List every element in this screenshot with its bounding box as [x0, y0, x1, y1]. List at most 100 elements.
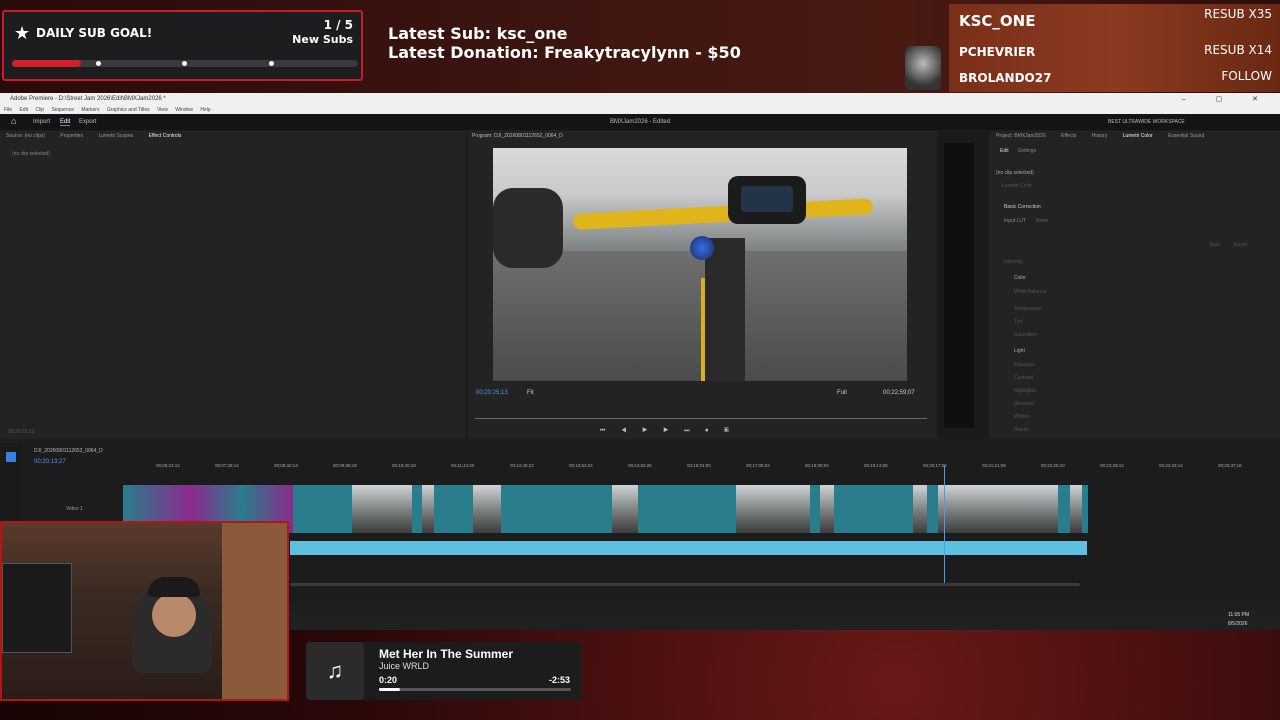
- playhead[interactable]: [944, 465, 945, 583]
- menu-edit[interactable]: Edit: [19, 107, 28, 113]
- trophy-icon: [905, 46, 941, 90]
- reset-button[interactable]: Reset: [1234, 242, 1247, 248]
- scrub-bar[interactable]: [475, 418, 927, 419]
- program-timecode-in[interactable]: 00;20;25;13: [476, 390, 508, 396]
- sequence-tab[interactable]: DJI_20260801112652_0064_D: [34, 448, 103, 454]
- home-icon[interactable]: ⌂: [11, 117, 16, 126]
- intensity-label: Intensity: [1004, 259, 1023, 265]
- lumetri-tab-edit[interactable]: Edit: [1000, 148, 1009, 154]
- tab-lumetri-color[interactable]: Lumetri Color: [1123, 133, 1153, 139]
- taskbar-date[interactable]: 8/5/2026: [1228, 621, 1247, 627]
- ruler-tick-label: 00;14;56;26: [628, 463, 652, 468]
- milestone-dot: [182, 61, 187, 66]
- sub-goal-title: DAILY SUB GOAL!: [36, 26, 153, 40]
- bike-stem: [705, 238, 745, 381]
- clip-thumbnail: [473, 485, 501, 533]
- tab-edit[interactable]: Edit: [60, 119, 71, 126]
- tab-effect-controls[interactable]: Effect Controls: [149, 133, 182, 139]
- latest-sub: Latest Sub: ksc_one: [388, 24, 568, 43]
- song-title: Met Her In The Summer: [379, 647, 514, 661]
- slider-blacks[interactable]: Blacks: [1014, 427, 1029, 433]
- tab-lumetri-scopes[interactable]: Lumetri Scopes: [98, 133, 133, 139]
- tab-properties[interactable]: Properties: [60, 133, 83, 139]
- ruler-tick-label: 00;12;48;22: [510, 463, 534, 468]
- color-section[interactable]: Color: [1014, 275, 1026, 281]
- song-progress-fill: [379, 688, 401, 691]
- effect-controls-panel: Source: (no clips) Properties Lumetri Sc…: [0, 131, 465, 439]
- clip-thumbnail: [820, 485, 834, 533]
- window-titlebar: Adobe Premiere - D:\Street Jam 2026\Edit…: [0, 93, 1280, 106]
- window-controls[interactable]: – ▢ ✕: [1182, 93, 1272, 106]
- tab-project[interactable]: Project: BMXJam2026: [996, 133, 1046, 139]
- tab-effects[interactable]: Effects: [1061, 133, 1076, 139]
- pc-case: [2, 563, 72, 653]
- tab-export[interactable]: Export: [79, 119, 96, 125]
- leaderboard-row: KSC_ONE RESUB X35: [949, 4, 1280, 40]
- slider-exposure[interactable]: Exposure: [1014, 362, 1035, 368]
- auto-button[interactable]: Auto: [1210, 242, 1220, 248]
- song-remaining-time: -2:53: [548, 675, 570, 685]
- door: [222, 523, 287, 699]
- selection-tool-icon[interactable]: [6, 452, 16, 462]
- timeline-scrollbar[interactable]: [290, 583, 1080, 586]
- right-panel-tabs: Project: BMXJam2026 Effects History Lume…: [990, 131, 1280, 141]
- menu-graphics[interactable]: Graphics and Titles: [107, 107, 150, 113]
- resolution-dropdown[interactable]: Full: [837, 390, 847, 396]
- program-title: Program: DJI_20260801112652_0064_D: [472, 133, 563, 139]
- basic-correction-header[interactable]: Basic Correction: [1004, 204, 1041, 210]
- ruler-tick-label: 00;21;21;08: [982, 463, 1006, 468]
- slider-whites[interactable]: Whites: [1014, 414, 1029, 420]
- program-video-frame[interactable]: [493, 148, 907, 381]
- workspace-selector[interactable]: BEST ULTRAWIDE WORKSPACE: [1108, 119, 1185, 125]
- sub-goal-progress-fill: [12, 60, 82, 67]
- slider-highlights[interactable]: Highlights: [1014, 388, 1036, 394]
- slider-tint[interactable]: Tint: [1014, 319, 1022, 325]
- menu-bar: File Edit Clip Sequence Markers Graphics…: [0, 106, 1280, 114]
- tab-essential-sound[interactable]: Essential Sound: [1168, 133, 1204, 139]
- menu-window[interactable]: Window: [175, 107, 193, 113]
- leaderboard-status: RESUB X14: [1204, 43, 1272, 57]
- song-current-time: 0:20: [379, 675, 398, 685]
- menu-file[interactable]: File: [4, 107, 12, 113]
- ruler-tick-label: 00;11;44;20: [451, 463, 475, 468]
- menu-view[interactable]: View: [157, 107, 168, 113]
- sub-goal-widget: ★ DAILY SUB GOAL! 1 / 5 New Subs: [2, 10, 363, 81]
- menu-help[interactable]: Help: [200, 107, 210, 113]
- fit-dropdown[interactable]: Fit: [527, 390, 534, 396]
- tab-import[interactable]: Import: [33, 119, 50, 125]
- left-timecode: 00;20;25;13: [8, 429, 35, 435]
- light-section[interactable]: Light: [1014, 348, 1025, 354]
- slider-contrast[interactable]: Contrast: [1014, 375, 1033, 381]
- program-timecode-out: 00;22;59;07: [883, 390, 915, 396]
- leaderboard-status: RESUB X35: [1204, 7, 1272, 21]
- ruler-tick-label: 00;16;01;00: [687, 463, 711, 468]
- clip-thumbnail: [1070, 485, 1082, 533]
- slider-shadows[interactable]: Shadows: [1014, 401, 1035, 407]
- now-playing-widget: ♫ Met Her In The Summer Juice WRLD 0:20 …: [306, 642, 582, 700]
- input-lut-dropdown[interactable]: None: [1036, 218, 1048, 224]
- lumetri-no-clip: (no clip selected): [996, 170, 1034, 176]
- ruler-tick-label: 00;06;24;12: [156, 463, 180, 468]
- transport-controls[interactable]: ⏮ ◀ ▶ ▶ ⏭ ⏺ ▣: [600, 428, 820, 434]
- menu-clip[interactable]: Clip: [35, 107, 44, 113]
- slider-temperature[interactable]: Temperature: [1014, 306, 1042, 312]
- clip-thumbnail: [938, 485, 1058, 533]
- tab-history[interactable]: History: [1092, 133, 1108, 139]
- ruler-tick-label: 00;10;40;18: [392, 463, 416, 468]
- menu-sequence[interactable]: Sequence: [51, 107, 74, 113]
- lumetri-tab-settings[interactable]: Settings: [1018, 148, 1036, 154]
- slider-saturation[interactable]: Saturation: [1014, 332, 1037, 338]
- ruler-tick-label: 00;25;37;16: [1218, 463, 1242, 468]
- audio-clip[interactable]: [290, 541, 1087, 555]
- road: [493, 251, 907, 381]
- tab-source[interactable]: Source: (no clips): [6, 133, 45, 139]
- app-header: ⌂ Import Edit Export BMXJam2026 - Edited…: [0, 114, 1280, 130]
- ruler-tick-label: 00;17;05;02: [746, 463, 770, 468]
- input-lut-label: Input LUT: [1004, 218, 1026, 224]
- menu-markers[interactable]: Markers: [81, 107, 99, 113]
- lumetri-preset[interactable]: Lumetri Color: [1002, 183, 1032, 189]
- timeline-timecode[interactable]: 00;20;13;27: [34, 459, 66, 465]
- timeline-ruler[interactable]: 00;06;24;12 00;07;28;14 00;08;32;14 00;09;3…: [123, 463, 1242, 475]
- taskbar-time[interactable]: 11:05 PM: [1228, 612, 1249, 618]
- clip-thumbnail: [913, 485, 927, 533]
